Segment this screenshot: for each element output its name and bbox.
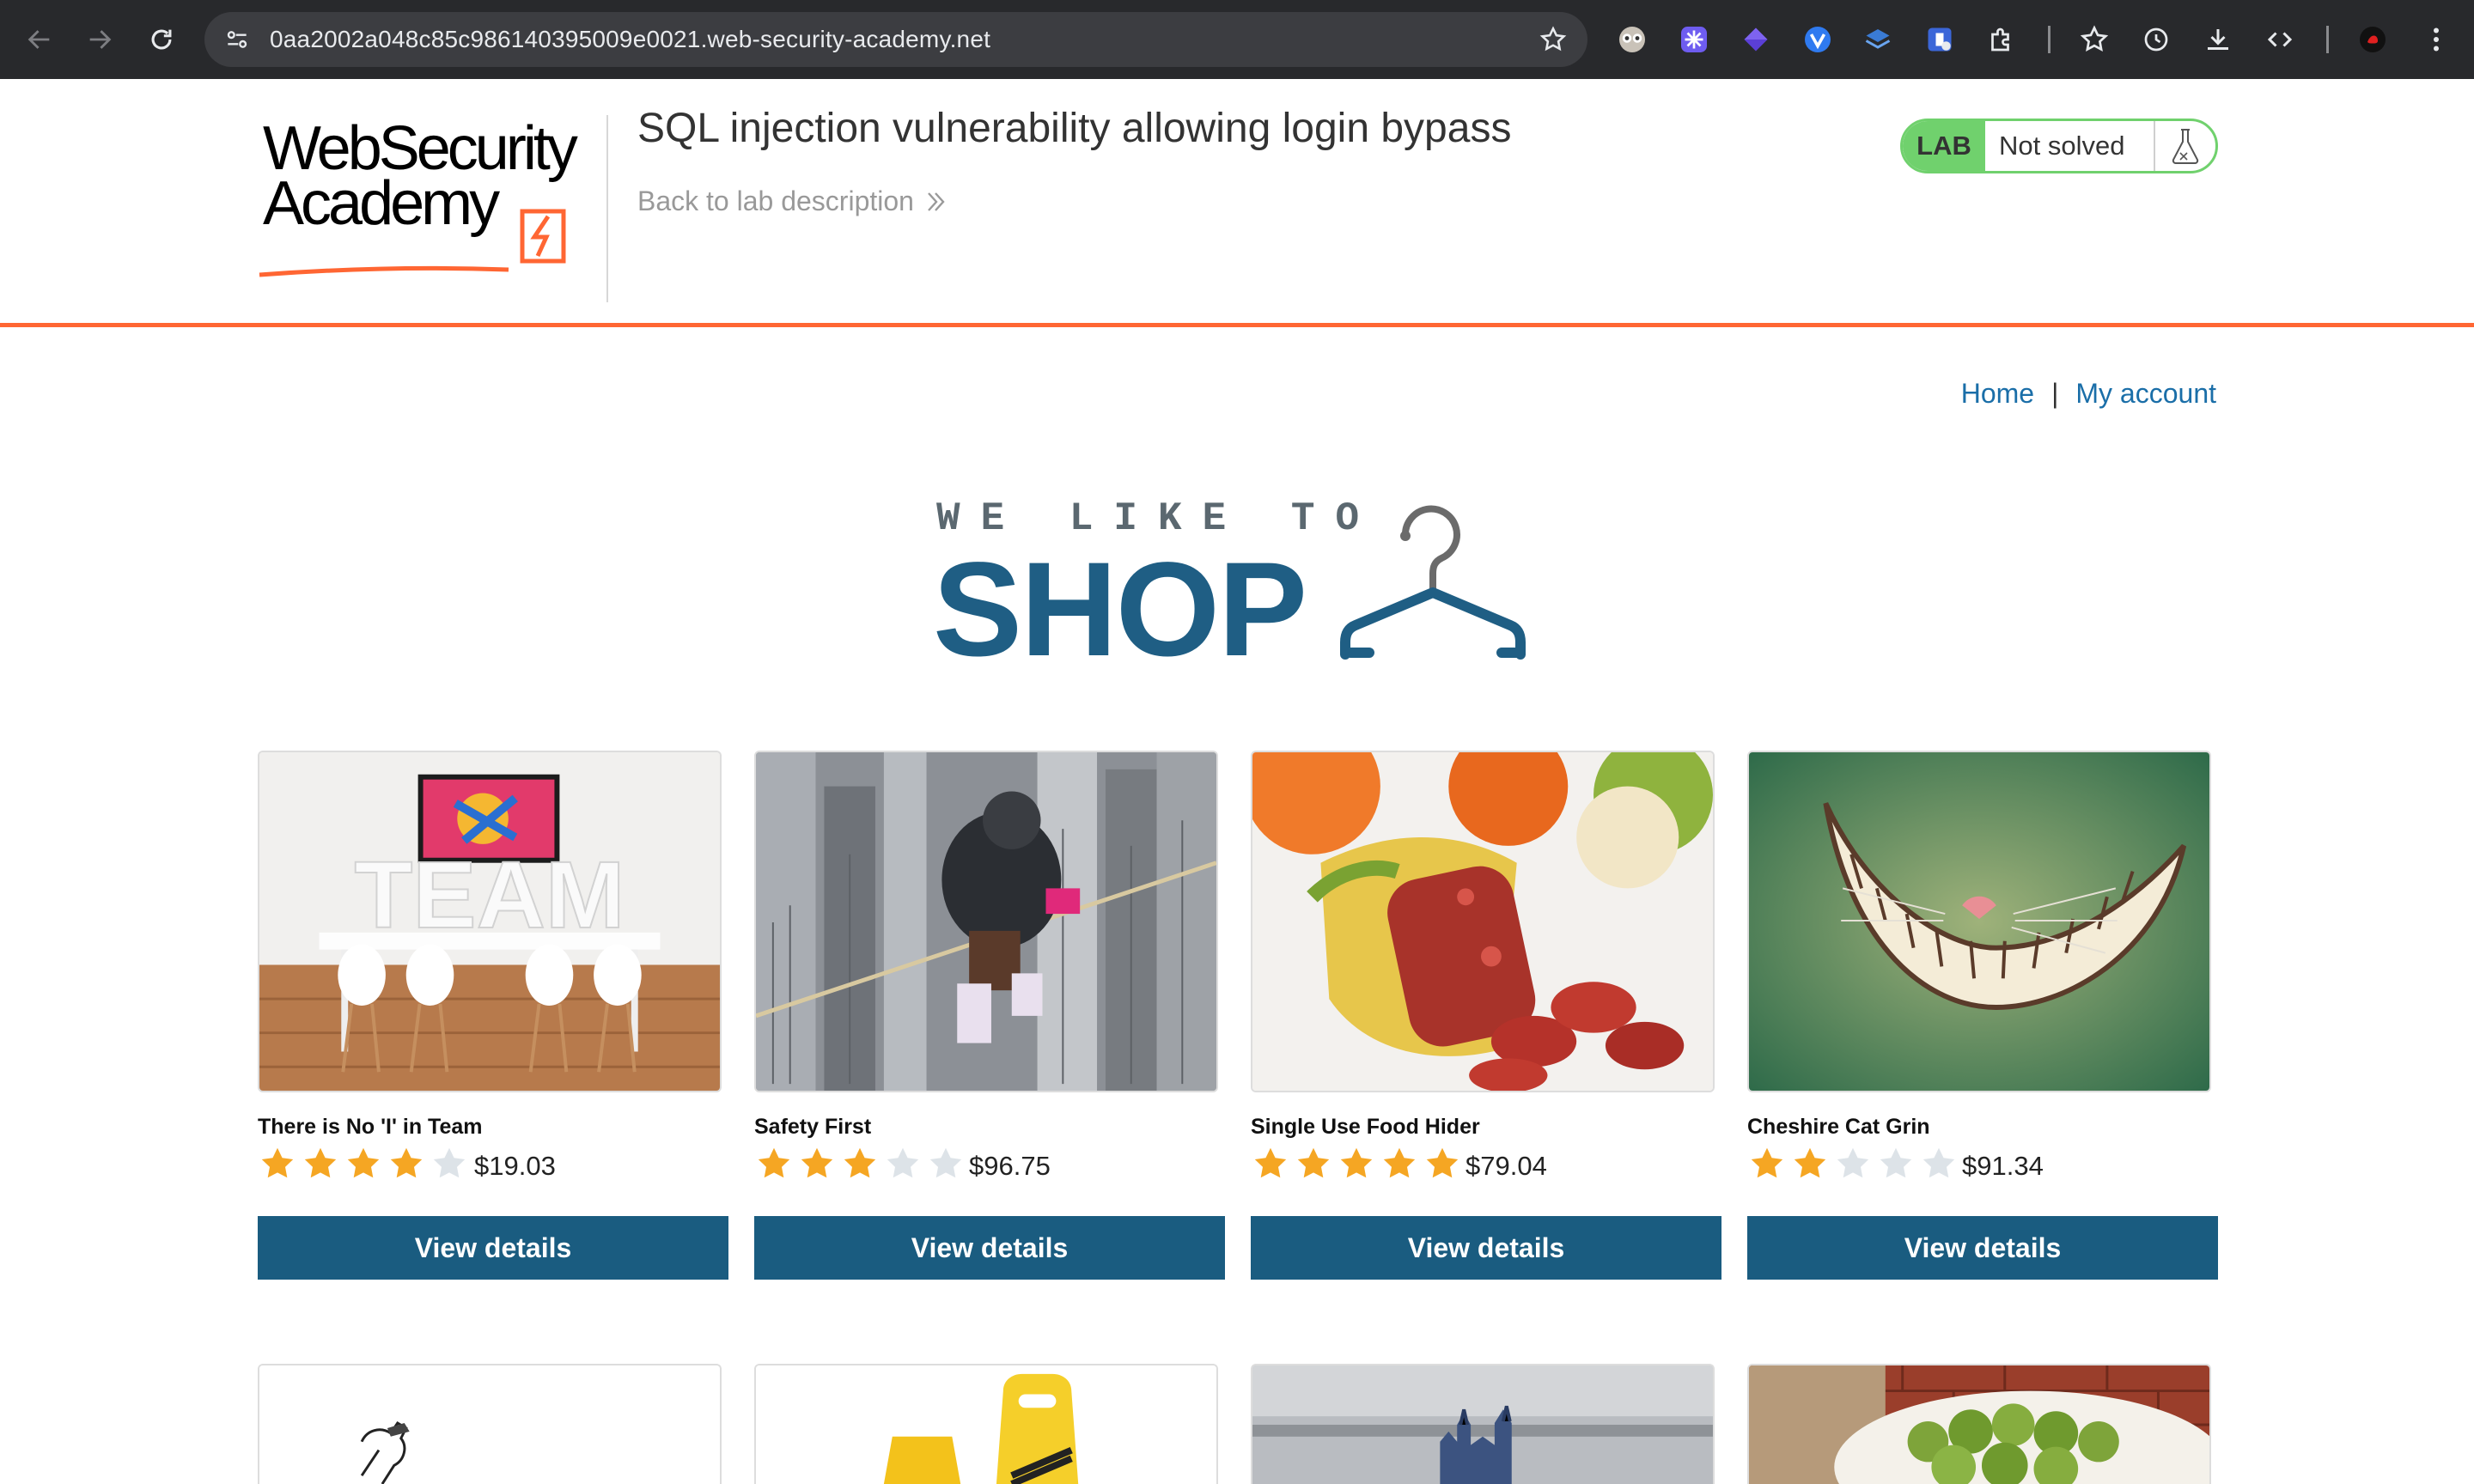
profile-avatar-icon[interactable] (2352, 19, 2393, 60)
star-rating (754, 1144, 966, 1183)
lab-status-text: Not solved (1985, 121, 2155, 171)
star-empty-icon (1923, 1147, 1955, 1178)
star-filled-icon (1254, 1147, 1287, 1178)
star-empty-icon (1880, 1147, 1912, 1178)
reload-icon[interactable] (141, 19, 182, 60)
product-image-sprouts[interactable] (1747, 1364, 2211, 1484)
star-filled-icon (347, 1147, 380, 1178)
site-info-icon[interactable] (216, 19, 258, 60)
back-link-label: Back to lab description (637, 186, 914, 216)
logo-lightning-icon (259, 209, 566, 277)
star-filled-icon (1751, 1147, 1783, 1178)
svg-text:TEAM: TEAM (355, 841, 625, 948)
product-image-cheshire-cat[interactable] (1747, 751, 2211, 1092)
header-divider (606, 115, 608, 302)
shop-top-nav: Home | My account (1961, 378, 2216, 410)
star-rating (1747, 1144, 1959, 1183)
home-link[interactable]: Home (1961, 378, 2034, 410)
product-price: $96.75 (969, 1151, 1051, 1181)
star-filled-icon (801, 1147, 833, 1178)
my-account-link[interactable]: My account (2075, 378, 2216, 410)
product-price: $19.03 (474, 1151, 556, 1181)
view-details-button[interactable]: View details (1747, 1216, 2218, 1280)
bookmark-star-icon[interactable] (1534, 21, 1572, 58)
star-rating (1251, 1144, 1462, 1183)
product-image-castle[interactable] (1251, 1364, 1715, 1484)
product-price: $91.34 (1962, 1151, 2044, 1181)
nav-separator: | (2051, 378, 2059, 409)
forward-arrow-icon[interactable] (79, 19, 120, 60)
back-to-lab-description-link[interactable]: Back to lab description (637, 186, 947, 217)
coat-hanger-icon (1340, 505, 1526, 660)
url-text[interactable]: 0aa2002a048c85c986140395009e0021.web-sec… (270, 12, 990, 67)
bookmarks-star-icon[interactable] (2074, 19, 2115, 60)
kebab-menu-icon[interactable] (2416, 19, 2457, 60)
download-icon[interactable] (2197, 19, 2239, 60)
star-empty-icon (929, 1147, 962, 1178)
star-filled-icon (261, 1147, 294, 1178)
star-filled-icon (1383, 1147, 1416, 1178)
view-details-button[interactable]: View details (754, 1216, 1225, 1280)
back-arrow-icon[interactable] (19, 19, 60, 60)
view-details-button[interactable]: View details (258, 1216, 728, 1280)
extension-layers-icon[interactable] (1857, 19, 1898, 60)
view-details-button[interactable]: View details (1251, 1216, 1721, 1280)
extension-snowflake-icon[interactable] (1673, 19, 1715, 60)
web-security-academy-logo[interactable]: WebSecurity Academy (256, 113, 610, 319)
product-image-sketch[interactable] (258, 1364, 722, 1484)
toolbar-separator (2326, 26, 2329, 53)
star-filled-icon (390, 1147, 423, 1178)
extensions-puzzle-icon[interactable] (1981, 19, 2022, 60)
product-image-team[interactable]: TEAM (258, 751, 722, 1092)
devtools-code-icon[interactable] (2259, 19, 2300, 60)
lab-status-badge: LAB Not solved (1900, 119, 2218, 173)
product-image-wet-floor-signs[interactable] (754, 1364, 1218, 1484)
star-filled-icon (1297, 1147, 1330, 1178)
product-name: Single Use Food Hider (1251, 1115, 1480, 1139)
star-rating (258, 1144, 469, 1183)
product-name: There is No 'I' in Team (258, 1115, 483, 1139)
double-chevron-right-icon (928, 192, 945, 211)
star-filled-icon (758, 1147, 790, 1178)
browser-toolbar: 0aa2002a048c85c986140395009e0021.web-sec… (0, 0, 2474, 79)
extension-shield-icon[interactable] (1919, 19, 1960, 60)
extension-v-icon[interactable] (1797, 19, 1838, 60)
history-icon[interactable] (2136, 19, 2177, 60)
product-name: Safety First (754, 1115, 872, 1139)
star-filled-icon (1340, 1147, 1373, 1178)
star-filled-icon (1426, 1147, 1459, 1178)
product-name: Cheshire Cat Grin (1747, 1115, 1930, 1139)
star-empty-icon (433, 1147, 466, 1178)
product-image-food-hider[interactable] (1251, 751, 1715, 1092)
star-empty-icon (1837, 1147, 1869, 1178)
extension-diamond-icon[interactable] (1735, 19, 1776, 60)
product-image-safety-first[interactable] (754, 751, 1218, 1092)
lab-badge-label: LAB (1903, 121, 1985, 171)
star-empty-icon (887, 1147, 919, 1178)
star-filled-icon (304, 1147, 337, 1178)
star-filled-icon (844, 1147, 876, 1178)
shop-banner: WE LIKE TO SHOP (933, 496, 1543, 677)
flask-icon (2155, 121, 2215, 171)
address-bar[interactable]: 0aa2002a048c85c986140395009e0021.web-sec… (204, 12, 1587, 67)
lab-header: WebSecurity Academy SQL injection vulner… (0, 79, 2474, 326)
star-filled-icon (1794, 1147, 1826, 1178)
header-accent-rule (0, 323, 2474, 327)
extension-owl-icon[interactable] (1612, 19, 1653, 60)
product-price: $79.04 (1466, 1151, 1547, 1181)
banner-title: SHOP (933, 535, 1307, 684)
lab-title: SQL injection vulnerability allowing log… (637, 106, 1512, 151)
toolbar-separator (2048, 26, 2050, 53)
